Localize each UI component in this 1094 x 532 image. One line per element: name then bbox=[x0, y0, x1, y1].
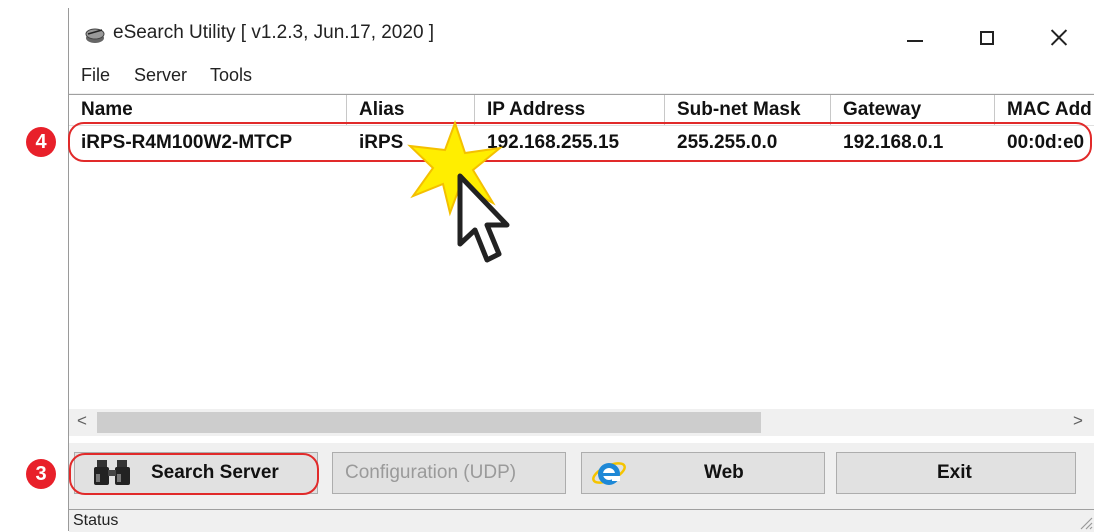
resize-grip-icon[interactable] bbox=[1077, 514, 1093, 530]
step-3-marker: 3 bbox=[26, 459, 56, 489]
title-bar: eSearch Utility [ v1.2.3, Jun.17, 2020 ] bbox=[69, 8, 1094, 63]
web-label: Web bbox=[704, 462, 744, 483]
row-highlight-outline bbox=[68, 122, 1092, 162]
mouse-cursor-icon bbox=[457, 173, 510, 263]
minimize-button[interactable] bbox=[887, 16, 943, 60]
internet-explorer-icon bbox=[592, 462, 626, 485]
column-header-gateway[interactable]: Gateway bbox=[831, 95, 995, 125]
app-icon bbox=[85, 28, 105, 43]
configuration-label: Configuration (UDP) bbox=[345, 462, 517, 483]
scroll-right-icon[interactable]: > bbox=[1073, 411, 1083, 431]
step-4-marker: 4 bbox=[26, 127, 56, 157]
close-button[interactable] bbox=[1031, 16, 1087, 60]
maximize-button[interactable] bbox=[959, 16, 1015, 60]
status-text: Status bbox=[73, 512, 119, 529]
web-button[interactable]: Web bbox=[581, 452, 825, 494]
cropped-document-text bbox=[0, 0, 1094, 8]
menu-server[interactable]: Server bbox=[134, 65, 187, 86]
column-header-subnet[interactable]: Sub-net Mask bbox=[665, 95, 831, 125]
column-header-mac[interactable]: MAC Add bbox=[995, 95, 1094, 125]
configuration-button[interactable]: Configuration (UDP) bbox=[332, 452, 566, 494]
status-bar: Status bbox=[69, 509, 1094, 532]
scroll-thumb[interactable] bbox=[97, 412, 761, 433]
window-title: eSearch Utility [ v1.2.3, Jun.17, 2020 ] bbox=[113, 22, 435, 43]
exit-button[interactable]: Exit bbox=[836, 452, 1076, 494]
search-button-highlight-outline bbox=[69, 453, 319, 495]
horizontal-scrollbar[interactable]: < > bbox=[69, 409, 1094, 436]
menu-file[interactable]: File bbox=[81, 65, 110, 86]
exit-label: Exit bbox=[937, 462, 972, 483]
scroll-left-icon[interactable]: < bbox=[77, 411, 87, 431]
menu-bar: File Server Tools bbox=[69, 63, 1094, 93]
menu-tools[interactable]: Tools bbox=[210, 65, 252, 86]
column-header-name[interactable]: Name bbox=[69, 95, 347, 125]
